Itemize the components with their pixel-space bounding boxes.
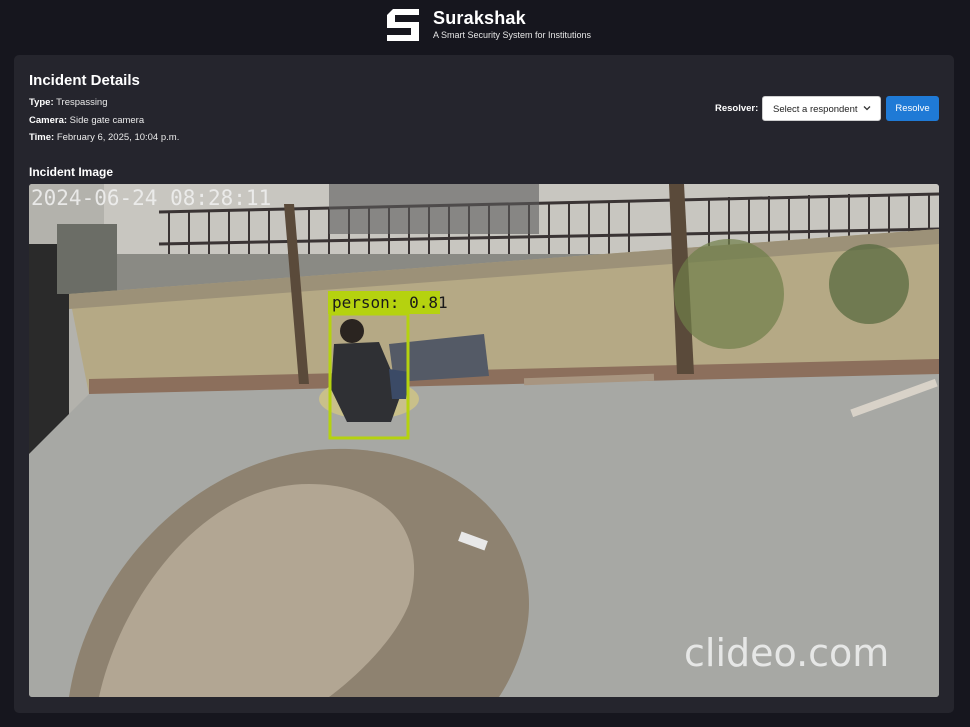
camera-label: Camera: [29,115,68,126]
time-label: Time: [29,132,55,143]
incident-image-heading: Incident Image [29,165,114,179]
incident-details-heading: Incident Details [29,72,140,89]
resolve-button[interactable]: Resolve [886,96,939,121]
incident-time: Time: February 6, 2025, 10:04 p.m. [29,132,179,143]
cctv-frame: person: 0.81 2024-06-24 08:28:11 clideo.… [29,184,939,697]
app-tagline: A Smart Security System for Institutions [433,30,592,40]
shield-s-logo-icon [387,9,419,41]
respondent-select-value: Select a respondent [773,104,858,115]
incident-type: Type: Trespassing [29,97,108,108]
time-value: February 6, 2025, 10:04 p.m. [56,132,180,143]
camera-value: Side gate camera [69,115,145,126]
camera-timestamp: 2024-06-24 08:28:11 [31,186,271,210]
app-name: Surakshak [433,8,526,28]
type-value: Trespassing [56,97,108,108]
video-watermark: clideo.com [684,631,889,675]
chevron-down-icon [863,106,871,111]
incident-image: person: 0.81 2024-06-24 08:28:11 clideo.… [29,184,939,697]
detection-label: person: 0.81 [332,293,448,312]
incident-card: Incident Details Type: Trespassing Camer… [14,55,954,713]
incident-camera: Camera: Side gate camera [29,115,144,126]
app-header: Surakshak A Smart Security System for In… [0,0,970,52]
type-label: Type: [29,97,54,108]
resolver-label: Resolver: [715,103,759,114]
respondent-select[interactable]: Select a respondent [762,96,881,121]
